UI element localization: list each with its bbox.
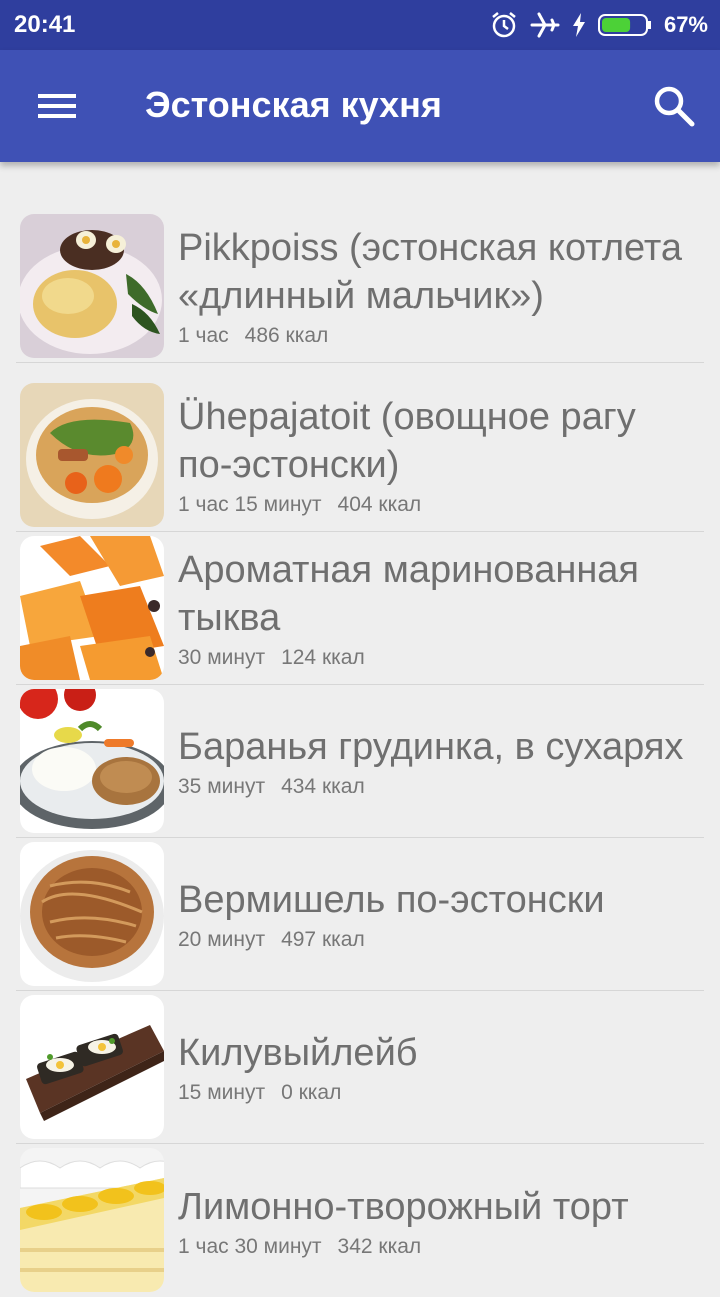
recipe-calories: 486 ккал xyxy=(244,324,329,347)
recipe-meta: 20 минут 497 ккал xyxy=(178,928,696,952)
recipe-meta: 15 минут 0 ккал xyxy=(178,1081,696,1105)
status-bar: 20:41 67% xyxy=(0,0,720,50)
recipe-thumbnail xyxy=(20,214,164,358)
recipe-calories: 404 ккал xyxy=(337,493,422,516)
recipe-time: 1 час 30 минут xyxy=(178,1234,322,1258)
recipe-item[interactable]: Ароматная маринованная тыква 30 минут 124… xyxy=(16,532,704,685)
recipe-title: Ароматная маринованная тыква xyxy=(178,549,640,639)
recipe-calories: 434 ккал xyxy=(281,775,365,798)
battery-icon xyxy=(597,14,651,36)
recipe-item[interactable]: Килувыйлейб 15 минут 0 ккал xyxy=(16,991,704,1144)
recipe-text: Ароматная маринованная тыква 30 минут 124… xyxy=(178,532,696,684)
recipe-title: Килувыйлейб xyxy=(178,1032,418,1074)
recipe-item[interactable]: Pikkpoiss (эстонская котлета «длинный ма… xyxy=(16,210,704,363)
recipe-item[interactable]: Ühepajatoit (овощное рагу по-эстонски) 1… xyxy=(16,379,704,532)
recipe-thumbnail xyxy=(20,995,164,1139)
search-icon[interactable] xyxy=(652,84,696,128)
recipe-time: 15 минут xyxy=(178,1081,266,1104)
recipe-meta: 1 час 486 ккал xyxy=(178,324,696,348)
charging-icon xyxy=(572,13,585,37)
recipe-title: Вермишель по-эстонски xyxy=(178,879,605,921)
recipe-time: 30 минут xyxy=(178,646,266,669)
recipe-item[interactable]: Лимонно-творожный торт 1 час 30 минут 342… xyxy=(16,1144,704,1297)
recipe-calories: 497 ккал xyxy=(281,928,365,951)
recipe-thumbnail xyxy=(20,842,164,986)
menu-icon[interactable] xyxy=(28,88,84,124)
recipe-item[interactable]: Вермишель по-эстонски 20 минут 497 ккал xyxy=(16,838,704,991)
recipe-meta: 1 час 30 минут 342 ккал xyxy=(178,1235,696,1259)
recipe-meta: 30 минут 124 ккал xyxy=(178,646,696,670)
recipe-thumbnail xyxy=(20,1148,164,1292)
recipe-thumbnail xyxy=(20,689,164,833)
alarm-icon xyxy=(492,12,516,38)
recipe-text: Pikkpoiss (эстонская котлета «длинный ма… xyxy=(178,210,696,362)
recipe-text: Лимонно-творожный торт 1 час 30 минут 342… xyxy=(178,1144,696,1297)
recipe-meta: 35 минут 434 ккал xyxy=(178,775,696,799)
status-icons: 67% xyxy=(490,9,708,41)
recipe-time: 1 час xyxy=(178,324,229,347)
airplane-icon xyxy=(530,12,560,38)
recipe-calories: 124 ккал xyxy=(281,646,365,669)
status-time: 20:41 xyxy=(14,11,76,38)
app-bar: Эстонская кухня xyxy=(0,50,720,162)
recipe-title: Pikkpoiss (эстонская котлета «длинный ма… xyxy=(178,227,683,317)
recipe-calories: 342 ккал xyxy=(337,1234,422,1258)
recipe-thumbnail xyxy=(20,536,164,680)
recipe-time: 1 час 15 минут xyxy=(178,493,322,516)
recipe-text: Вермишель по-эстонски 20 минут 497 ккал xyxy=(178,838,696,990)
recipe-time: 35 минут xyxy=(178,775,266,798)
recipe-time: 20 минут xyxy=(178,928,266,951)
recipe-text: Баранья грудинка, в сухарях 35 минут 434 … xyxy=(178,685,696,837)
recipe-text: Килувыйлейб 15 минут 0 ккал xyxy=(178,991,696,1143)
recipe-thumbnail xyxy=(20,383,164,527)
battery-percent: 67% xyxy=(663,12,708,37)
recipe-text: Ühepajatoit (овощное рагу по-эстонски) 1… xyxy=(178,379,696,531)
recipe-title: Ühepajatoit (овощное рагу по-эстонски) xyxy=(178,396,636,486)
recipe-title: Лимонно-творожный торт xyxy=(178,1185,629,1228)
recipe-calories: 0 ккал xyxy=(281,1081,342,1104)
page-title: Эстонская кухня xyxy=(145,84,442,125)
recipe-meta: 1 час 15 минут 404 ккал xyxy=(178,493,696,517)
recipe-title: Баранья грудинка, в сухарях xyxy=(178,726,684,768)
recipe-item[interactable]: Баранья грудинка, в сухарях 35 минут 434 … xyxy=(16,685,704,838)
